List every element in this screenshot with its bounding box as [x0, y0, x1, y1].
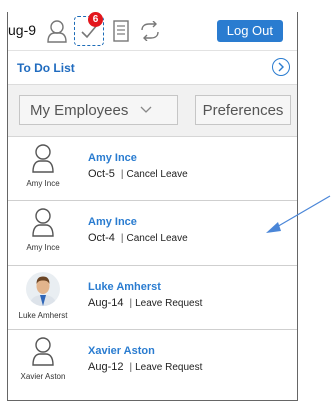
person-outline-icon — [32, 144, 54, 173]
item-date: Aug-12 — [88, 361, 124, 373]
list-item[interactable]: Luke Amherst Luke Amherst Aug-14 | Leave R… — [8, 266, 297, 330]
avatar-caption: Amy Ince — [26, 243, 60, 252]
employee-name[interactable]: Amy Ince — [88, 216, 137, 228]
profile-icon[interactable] — [44, 18, 70, 44]
todo-list: Amy Ince Amy Ince Oct-5 | Cancel Leave Amy… — [8, 137, 297, 400]
item-date: Oct-5 — [88, 168, 115, 180]
user-id-label: ug-9 — [8, 22, 37, 38]
todo-panel: ug-9 6 Log Out To Do List My Employees P… — [7, 12, 298, 401]
chevron-right-icon[interactable] — [272, 58, 290, 76]
tasks-badge: 6 — [88, 12, 103, 27]
person-outline-icon — [32, 337, 54, 366]
item-type: Cancel Leave — [126, 233, 188, 244]
avatar: Luke Amherst — [8, 272, 78, 324]
item-detail: Oct-4 | Cancel Leave — [88, 232, 188, 244]
preferences-button[interactable]: Preferences — [195, 95, 291, 125]
item-date: Oct-4 — [88, 232, 115, 244]
item-type: Leave Request — [135, 362, 203, 373]
separator: | — [129, 362, 133, 373]
item-type: Cancel Leave — [126, 169, 188, 180]
filter-bar: My Employees Preferences — [8, 85, 297, 137]
document-icon[interactable] — [108, 18, 134, 44]
avatar-caption: Xavier Aston — [20, 372, 66, 381]
item-detail: Aug-12 | Leave Request — [88, 361, 202, 373]
employees-dropdown-value: My Employees — [30, 101, 129, 119]
list-item[interactable]: Xavier Aston Xavier Aston Aug-12 | Leave R… — [8, 330, 297, 400]
sync-icon[interactable] — [137, 18, 163, 44]
logout-button[interactable]: Log Out — [216, 20, 283, 42]
person-outline-icon — [32, 208, 54, 237]
separator: | — [129, 298, 133, 309]
chevron-down-icon — [140, 106, 152, 114]
avatar-caption: Luke Amherst — [18, 311, 68, 320]
list-item[interactable]: Amy Ince Amy Ince Oct-4 | Cancel Leave — [8, 201, 297, 266]
item-date: Aug-14 — [88, 297, 124, 309]
separator: | — [120, 169, 124, 180]
top-bar: ug-9 6 Log Out — [8, 12, 297, 51]
employee-name[interactable]: Xavier Aston — [88, 345, 155, 357]
item-detail: Aug-14 | Leave Request — [88, 297, 202, 309]
avatar-caption: Amy Ince — [26, 179, 60, 188]
avatar-photo — [26, 272, 60, 306]
employee-name[interactable]: Amy Ince — [88, 152, 137, 164]
avatar: Amy Ince — [8, 207, 78, 259]
item-detail: Oct-5 | Cancel Leave — [88, 168, 188, 180]
list-item[interactable]: Amy Ince Amy Ince Oct-5 | Cancel Leave — [8, 137, 297, 201]
employee-name[interactable]: Luke Amherst — [88, 281, 161, 293]
todo-title: To Do List — [17, 61, 75, 75]
separator: | — [120, 233, 124, 244]
avatar: Xavier Aston — [8, 336, 78, 388]
avatar: Amy Ince — [8, 143, 78, 195]
tasks-check-icon[interactable]: 6 — [74, 12, 104, 46]
todo-header: To Do List — [8, 51, 297, 85]
item-type: Leave Request — [135, 298, 203, 309]
employees-dropdown[interactable]: My Employees — [19, 95, 178, 125]
